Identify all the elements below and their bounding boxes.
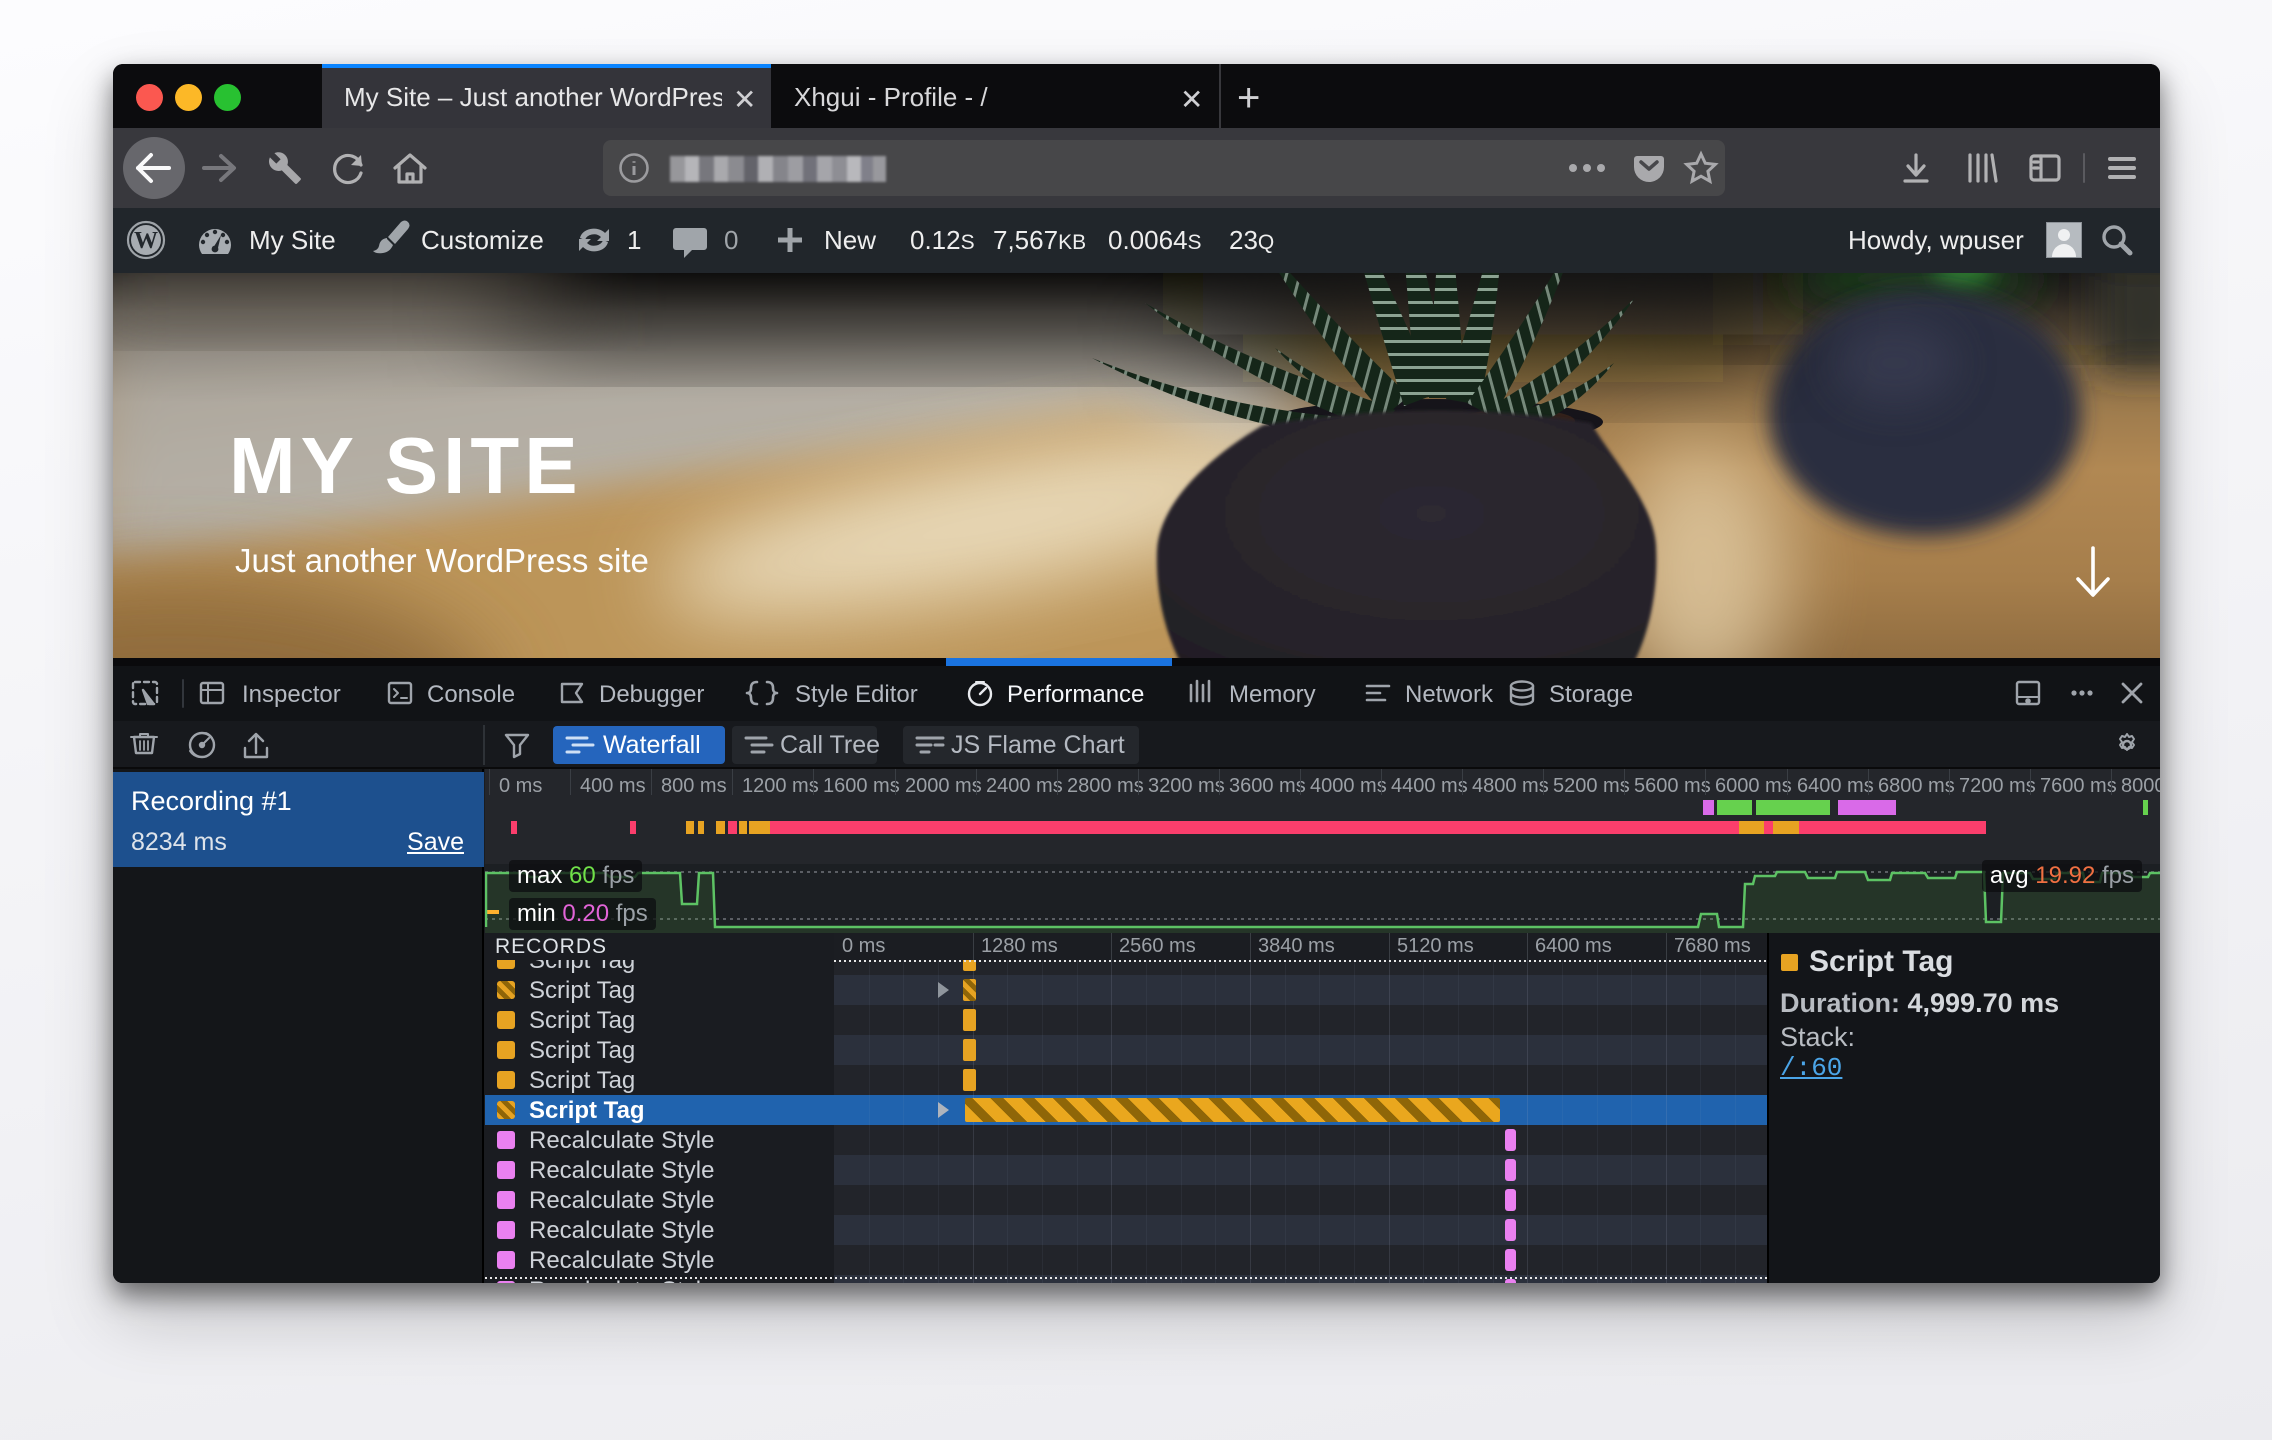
svg-text:W: W (134, 228, 158, 254)
